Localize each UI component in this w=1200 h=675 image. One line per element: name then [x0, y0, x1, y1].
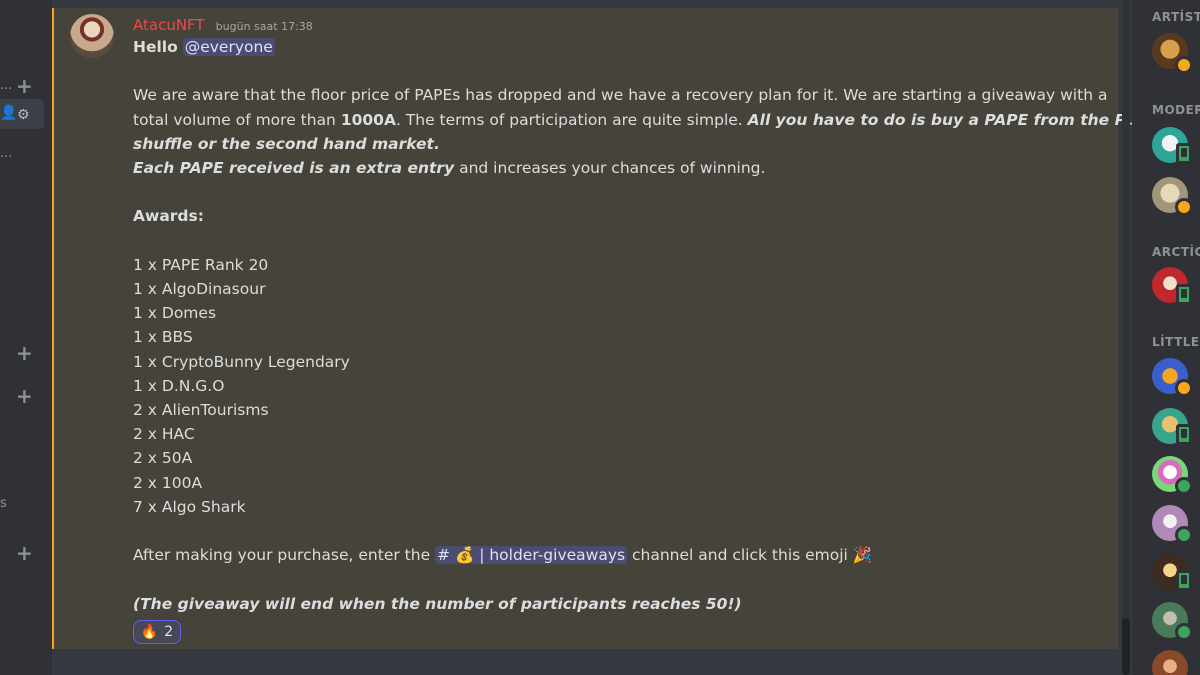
message-header: AtacuNFT bugün saat 17:38	[133, 15, 313, 34]
award-item: 2 x 100A	[133, 473, 203, 492]
fire-icon: 🔥	[140, 624, 159, 640]
party-popper-icon: 🎉	[852, 546, 873, 565]
member-avatar[interactable]	[1152, 650, 1188, 675]
awards-title: Awards:	[133, 207, 204, 226]
paragraph-line: shuffle or the second hand market.	[133, 134, 440, 153]
instruction-line: After making your purchase, enter the # …	[133, 546, 873, 565]
award-item: 1 x D.N.G.O	[133, 376, 225, 395]
online-status-icon	[1175, 477, 1193, 495]
award-item: 1 x BBS	[133, 328, 193, 347]
add-channel-icon[interactable]: +	[16, 343, 33, 363]
paragraph-line: We are aware that the floor price of PAP…	[133, 86, 1108, 105]
mobile-status-icon	[1176, 570, 1192, 591]
add-channel-icon[interactable]: +	[16, 76, 33, 96]
award-item: 1 x Domes	[133, 304, 217, 323]
paragraph-line: Each PAPE received is an extra entry and…	[133, 159, 766, 177]
greeting-line: Hello @everyone	[133, 35, 1073, 59]
role-header-moder: MODER	[1152, 103, 1200, 117]
reaction-button[interactable]: 🔥 2	[133, 620, 181, 644]
online-status-icon	[1175, 526, 1193, 544]
award-item: 7 x Algo Shark	[133, 497, 246, 516]
gear-icon[interactable]: ⚙	[17, 107, 30, 123]
scrollbar-track[interactable]	[1122, 0, 1130, 675]
add-channel-icon[interactable]: +	[16, 543, 33, 563]
mobile-status-icon	[1176, 284, 1192, 305]
truncated-channel-name[interactable]: ...	[0, 146, 12, 161]
highlighted-message[interactable]: AtacuNFT bugün saat 17:38 Hello @everyon…	[52, 8, 1168, 649]
paragraph-line: total volume of more than 1000A. The ter…	[133, 110, 1168, 129]
mobile-status-icon	[1176, 424, 1192, 445]
truncated-channel-name[interactable]: ...	[0, 78, 12, 93]
author-avatar[interactable]	[70, 14, 114, 58]
idle-status-icon	[1175, 198, 1193, 216]
chat-area: AtacuNFT bugün saat 17:38 Hello @everyon…	[52, 0, 1168, 675]
ending-note: (The giveaway will end when the number o…	[133, 594, 742, 613]
mobile-status-icon	[1176, 143, 1192, 164]
role-header-artist: ARTİST	[1152, 10, 1200, 24]
greeting-text: Hello	[133, 38, 178, 56]
message-content: Hello @everyone We are aware that the fl…	[133, 35, 1168, 616]
add-channel-icon[interactable]: +	[16, 386, 33, 406]
award-item: 2 x AlienTourisms	[133, 401, 269, 419]
reaction-count: 2	[164, 624, 174, 640]
award-item: 1 x PAPE Rank 20	[133, 255, 269, 274]
award-item: 2 x HAC	[133, 425, 195, 444]
author-name[interactable]: AtacuNFT	[133, 16, 205, 34]
idle-status-icon	[1175, 379, 1193, 397]
truncated-channel-letter[interactable]: s	[0, 496, 7, 511]
award-item: 1 x CryptoBunny Legendary	[133, 352, 350, 371]
member-list: ARTİST MODER ARCTİC LİTTLE	[1132, 0, 1200, 675]
online-status-icon	[1175, 623, 1193, 641]
chat-bottom-area	[52, 649, 1118, 675]
award-item: 1 x AlgoDinasour	[133, 279, 266, 298]
scrollbar-thumb[interactable]	[1122, 618, 1130, 675]
award-item: 2 x 50A	[133, 449, 193, 468]
person-add-icon[interactable]: 👤	[0, 105, 17, 121]
everyone-mention[interactable]: @everyone	[182, 38, 275, 56]
message-timestamp: bugün saat 17:38	[215, 20, 313, 33]
idle-status-icon	[1175, 56, 1193, 74]
channel-sidebar: ... + 👤 ⚙ ... + + s +	[0, 0, 52, 675]
channel-mention-holder-giveaways[interactable]: # 💰 | holder-giveaways	[435, 546, 628, 565]
role-header-little: LİTTLE	[1152, 335, 1200, 349]
role-header-arctic: ARCTİC	[1152, 245, 1200, 259]
